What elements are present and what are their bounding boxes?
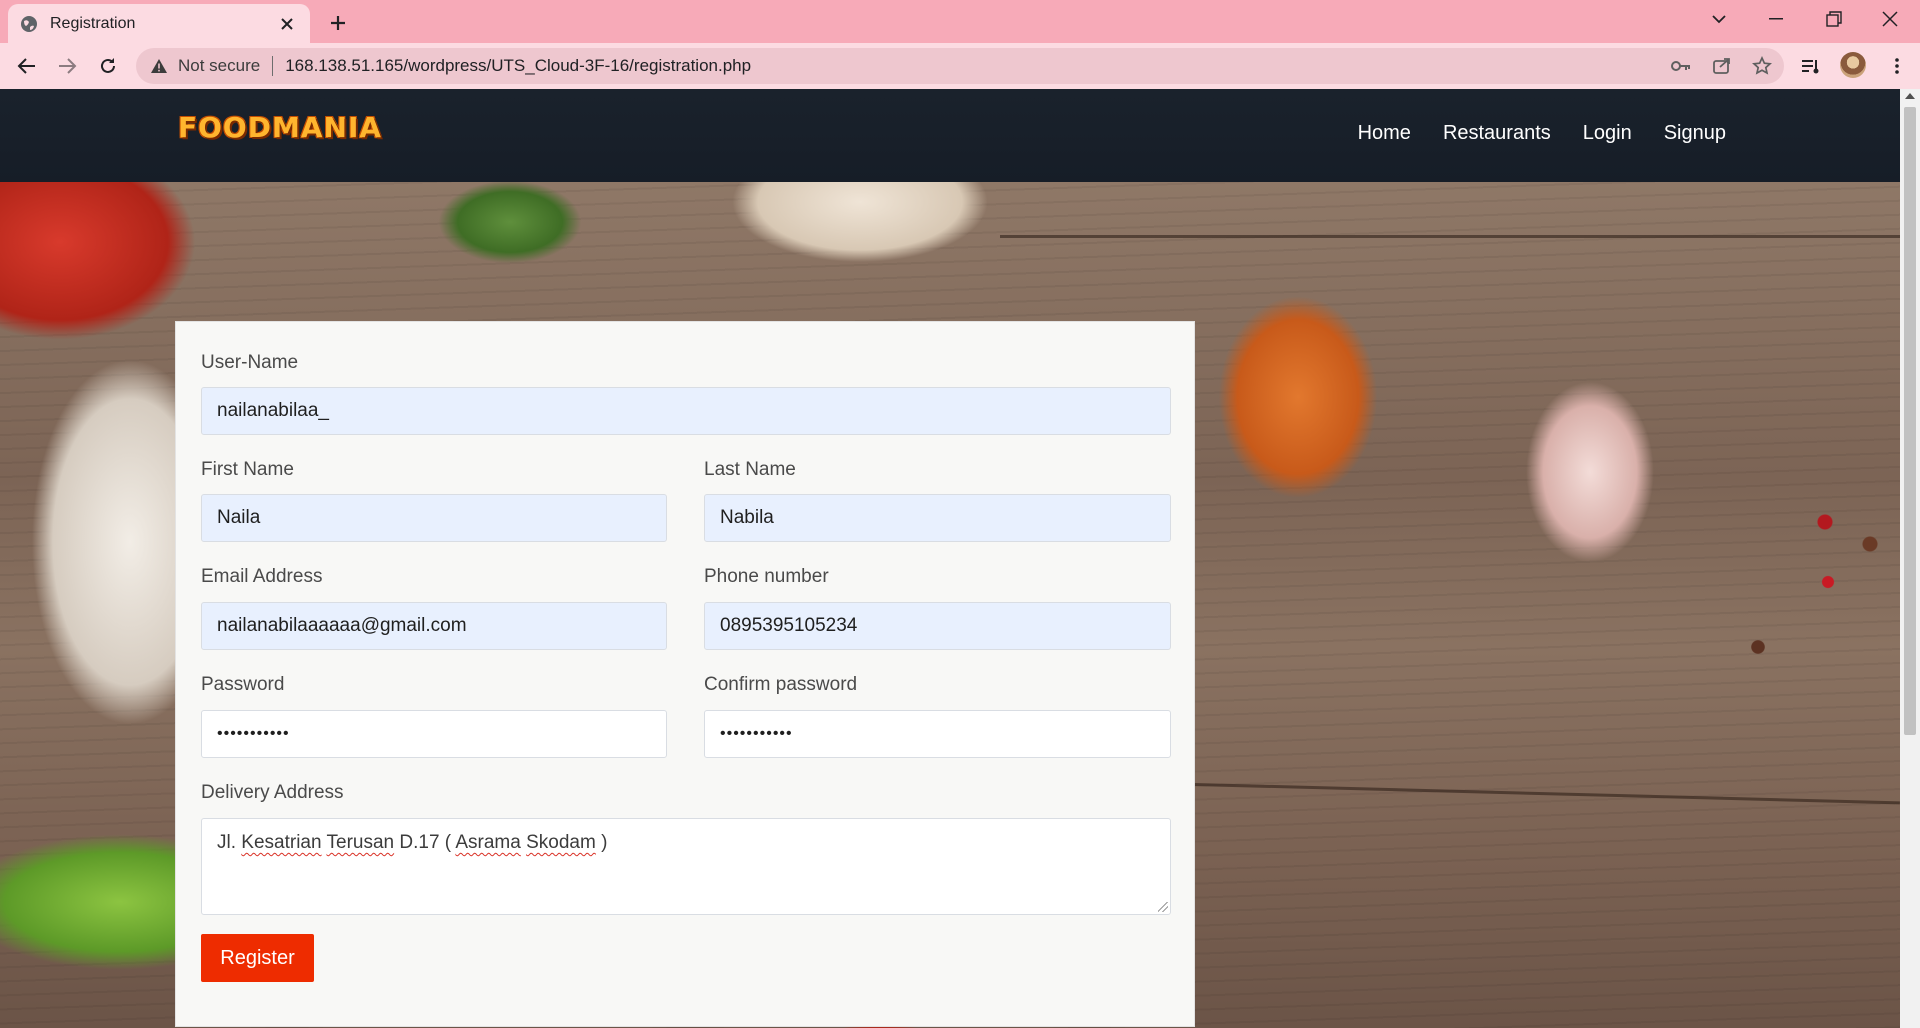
nav-links: Home Restaurants Login Signup: [1358, 122, 1726, 145]
username-label: User-Name: [201, 352, 299, 373]
warning-icon[interactable]: [150, 58, 168, 74]
browser-titlebar: Registration: [0, 0, 1920, 43]
address-label: Delivery Address: [201, 782, 344, 803]
first-name-input[interactable]: Naila: [201, 494, 667, 542]
page-scrollbar[interactable]: [1900, 89, 1920, 1028]
spellcheck-word: Skodam: [526, 832, 596, 853]
address-text: ): [595, 832, 608, 853]
tab-search-icon[interactable]: [1691, 0, 1747, 38]
restore-icon[interactable]: [1806, 0, 1862, 38]
wood-plank-seam: [1000, 235, 1900, 238]
registration-form: User-Name nailanabilaa_ First Name Naila…: [175, 321, 1195, 1027]
reload-icon[interactable]: [94, 52, 122, 80]
username-input[interactable]: nailanabilaa_: [201, 387, 1171, 435]
nav-signup[interactable]: Signup: [1664, 122, 1726, 145]
last-name-label: Last Name: [704, 459, 796, 480]
first-name-label: First Name: [201, 459, 294, 480]
phone-input[interactable]: 0895395105234: [704, 602, 1171, 650]
site-logo[interactable]: FOODMANIA: [178, 111, 382, 144]
nav-restaurants[interactable]: Restaurants: [1443, 122, 1551, 145]
nav-login[interactable]: Login: [1583, 122, 1632, 145]
wood-plank-seam: [1180, 782, 1900, 805]
last-name-input[interactable]: Nabila: [704, 494, 1171, 542]
confirm-password-label: Confirm password: [704, 674, 858, 695]
divider: [272, 56, 274, 76]
new-tab-icon[interactable]: [324, 9, 352, 37]
email-label: Email Address: [201, 566, 323, 587]
phone-label: Phone number: [704, 566, 829, 587]
page-viewport: FOODMANIA Home Restaurants Login Signup …: [0, 89, 1900, 1028]
register-button[interactable]: Register: [201, 934, 314, 982]
share-icon[interactable]: [1708, 52, 1736, 80]
site-navbar: FOODMANIA Home Restaurants Login Signup: [0, 89, 1900, 182]
browser-toolbar: Not secure 168.138.51.165/wordpress/UTS_…: [0, 43, 1920, 89]
address-textarea[interactable]: Jl. Kesatrian Terusan D.17 ( Asrama Skod…: [201, 818, 1171, 915]
scroll-up-icon[interactable]: [1905, 93, 1915, 99]
address-bar[interactable]: Not secure 168.138.51.165/wordpress/UTS_…: [136, 48, 1784, 84]
reading-list-icon[interactable]: [1797, 52, 1825, 80]
confirm-password-input[interactable]: •••••••••••: [704, 710, 1171, 758]
close-window-icon[interactable]: [1862, 0, 1918, 38]
tab-title: Registration: [50, 14, 136, 32]
browser-tab[interactable]: Registration: [8, 4, 310, 43]
security-label[interactable]: Not secure: [178, 56, 260, 76]
spellcheck-word: Kesatrian: [241, 832, 322, 853]
close-tab-icon[interactable]: [276, 13, 298, 35]
spellcheck-word: Asrama: [455, 832, 521, 853]
back-icon[interactable]: [13, 52, 41, 80]
password-label: Password: [201, 674, 285, 695]
email-input[interactable]: nailanabilaaaaaa@gmail.com: [201, 602, 667, 650]
resize-handle-icon[interactable]: [1158, 902, 1168, 912]
url-text[interactable]: 168.138.51.165/wordpress/UTS_Cloud-3F-16…: [285, 56, 751, 76]
scrollbar-thumb[interactable]: [1904, 107, 1916, 735]
profile-avatar[interactable]: [1840, 52, 1866, 78]
bookmark-star-icon[interactable]: [1748, 52, 1776, 80]
address-text: Jl.: [217, 832, 242, 853]
forward-icon[interactable]: [53, 52, 81, 80]
address-text: D.17 (: [394, 832, 456, 853]
spellcheck-word: Terusan: [326, 832, 395, 853]
nav-home[interactable]: Home: [1358, 122, 1411, 145]
key-icon[interactable]: [1667, 52, 1695, 80]
menu-kebab-icon[interactable]: [1883, 52, 1911, 80]
password-input[interactable]: •••••••••••: [201, 710, 667, 758]
globe-icon: [20, 15, 38, 33]
minimize-icon[interactable]: [1748, 0, 1804, 38]
